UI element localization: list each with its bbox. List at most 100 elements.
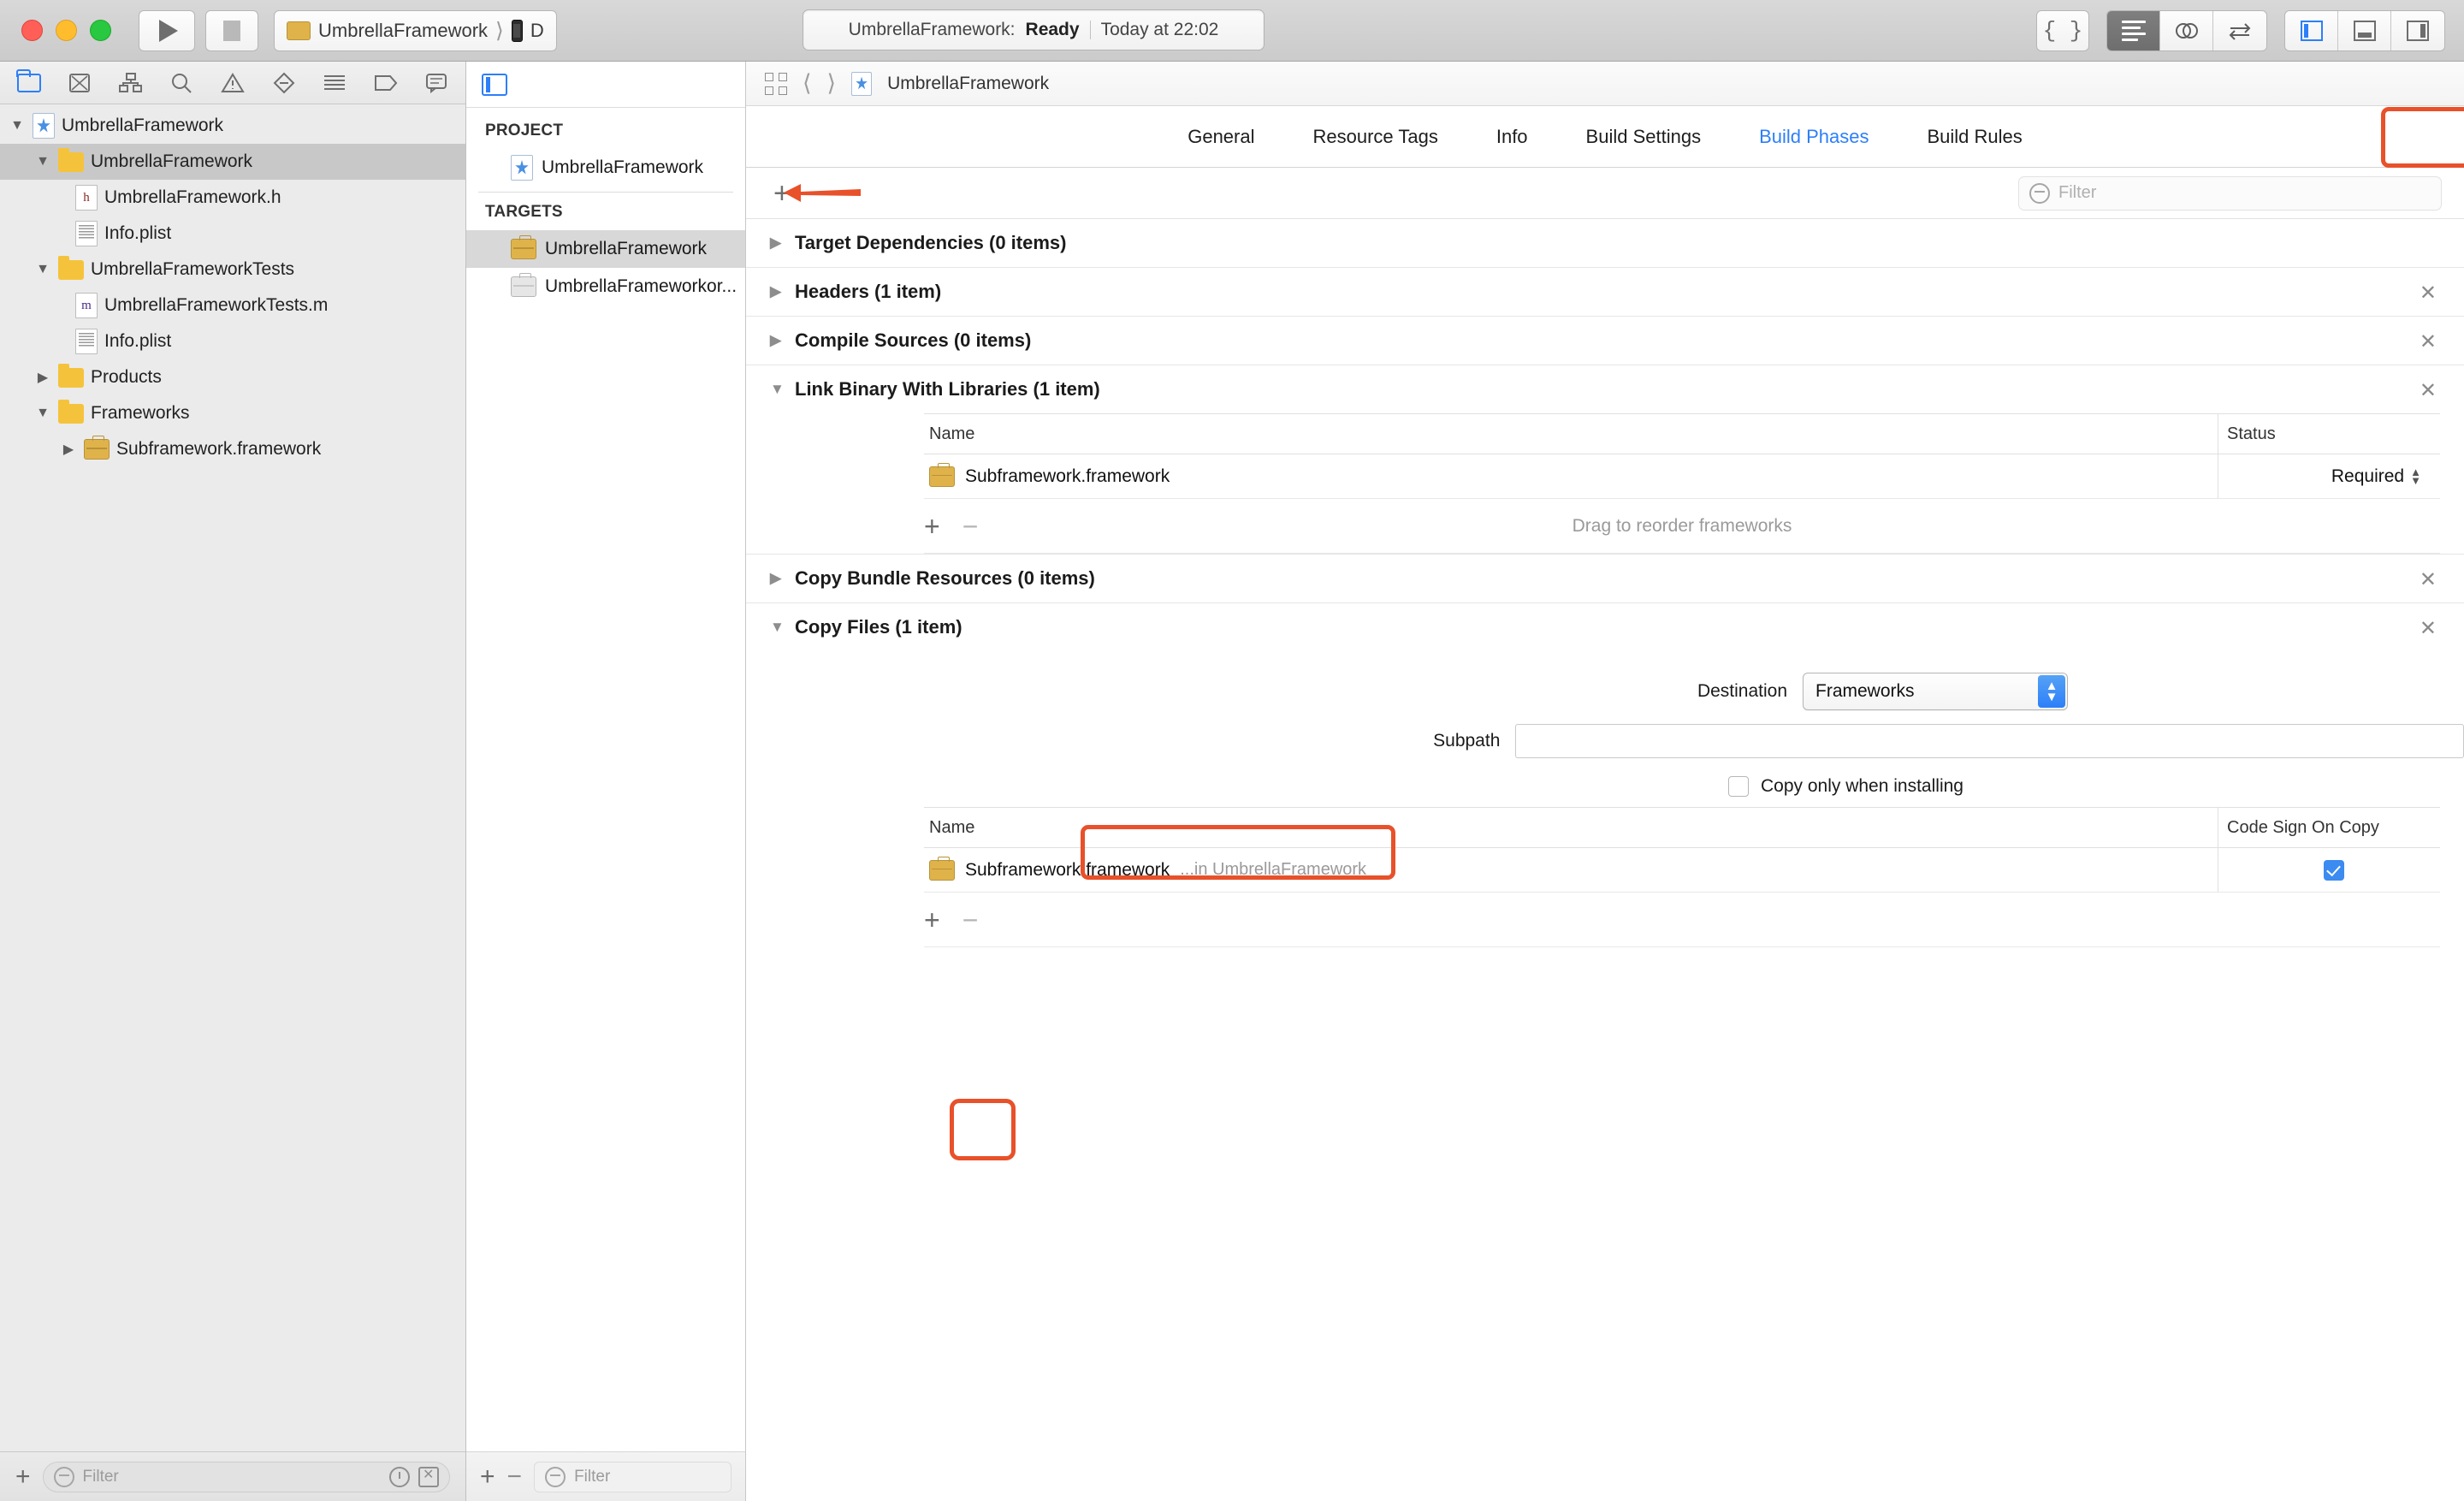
- remove-phase-icon[interactable]: ✕: [2420, 332, 2437, 353]
- forward-button[interactable]: ⟩: [827, 70, 837, 97]
- copy-files-table: Name Code Sign On Copy Subframework.fram…: [924, 807, 2440, 893]
- toggle-targets-list-icon[interactable]: [482, 74, 507, 96]
- tab-resource-tags[interactable]: Resource Tags: [1284, 106, 1467, 168]
- build-phase-filter-field[interactable]: Filter: [2018, 176, 2442, 211]
- disclosure-triangle-icon[interactable]: ▶: [770, 570, 784, 587]
- project-item-umbrellaframework[interactable]: UmbrellaFramework: [466, 149, 745, 187]
- breadcrumb[interactable]: UmbrellaFramework: [887, 74, 1049, 94]
- disclosure-triangle-icon[interactable]: [60, 441, 77, 458]
- remove-phase-icon[interactable]: ✕: [2420, 283, 2437, 304]
- tree-row-products[interactable]: Products: [0, 359, 465, 395]
- framework-icon: [511, 239, 536, 259]
- tree-row-test-file[interactable]: m UmbrellaFrameworkTests.m: [0, 288, 465, 323]
- add-copy-file-button[interactable]: +: [924, 906, 940, 934]
- add-framework-button[interactable]: +: [924, 513, 940, 540]
- window-toolbar: UmbrellaFramework ⟩ D UmbrellaFramework:…: [0, 0, 2464, 62]
- remove-framework-button[interactable]: −: [962, 513, 979, 540]
- sidebar-item-source-control[interactable]: [55, 72, 106, 94]
- test-bundle-icon: [511, 276, 536, 297]
- tab-build-settings[interactable]: Build Settings: [1557, 106, 1731, 168]
- tree-row-tests-info-plist[interactable]: Info.plist: [0, 323, 465, 359]
- sidebar-item-find-navigator[interactable]: [157, 72, 208, 94]
- disclosure-triangle-icon[interactable]: ▼: [770, 619, 784, 636]
- related-items-icon[interactable]: [765, 73, 787, 95]
- run-button[interactable]: [139, 10, 195, 51]
- code-sign-on-copy-checkbox[interactable]: [2324, 860, 2344, 881]
- disclosure-triangle-icon[interactable]: ▶: [770, 234, 784, 252]
- table-row[interactable]: Subframework.framework Required ▲▼: [924, 454, 2440, 499]
- tree-row-header-file[interactable]: h UmbrellaFramework.h: [0, 180, 465, 216]
- tree-row-frameworks[interactable]: Frameworks: [0, 395, 465, 431]
- status-divider: [1090, 21, 1091, 39]
- disclosure-triangle-icon[interactable]: [34, 406, 51, 421]
- sidebar-item-project-navigator[interactable]: [3, 74, 55, 92]
- tree-row-info-plist[interactable]: Info.plist: [0, 216, 465, 252]
- standard-editor-button[interactable]: [2107, 11, 2160, 50]
- sidebar-item-symbol-navigator[interactable]: [105, 72, 157, 94]
- zoom-button[interactable]: [90, 20, 111, 41]
- targets-filter-field[interactable]: Filter: [534, 1462, 732, 1492]
- cell-name: Subframework.framework ...in UmbrellaFra…: [924, 860, 2218, 881]
- disclosure-triangle-icon[interactable]: [9, 118, 26, 133]
- tab-info[interactable]: Info: [1467, 106, 1557, 168]
- cell-code-sign-on-copy[interactable]: [2218, 848, 2440, 892]
- disclosure-triangle-icon[interactable]: ▼: [770, 381, 784, 398]
- sidebar-item-test-navigator[interactable]: [258, 72, 310, 94]
- phase-header[interactable]: ▶ Compile Sources (0 items): [746, 317, 2464, 365]
- sidebar-item-debug-navigator[interactable]: [309, 74, 360, 92]
- stop-button[interactable]: [205, 10, 258, 51]
- minimize-button[interactable]: [56, 20, 77, 41]
- recent-files-icon[interactable]: [389, 1467, 410, 1487]
- disclosure-triangle-icon[interactable]: [34, 262, 51, 277]
- tab-build-phases[interactable]: Build Phases: [1730, 106, 1898, 168]
- remove-phase-icon[interactable]: ✕: [2420, 619, 2437, 639]
- target-item-umbrellaframework[interactable]: UmbrellaFramework: [466, 230, 745, 268]
- phase-header[interactable]: ▶ Headers (1 item): [746, 268, 2464, 316]
- tree-row-group-tests[interactable]: UmbrellaFrameworkTests: [0, 252, 465, 288]
- copy-only-when-installing-row[interactable]: Copy only when installing: [746, 766, 2464, 807]
- subpath-input[interactable]: [1515, 724, 2464, 758]
- disclosure-triangle-icon[interactable]: ▶: [770, 283, 784, 300]
- back-button[interactable]: ⟨: [803, 70, 812, 97]
- tree-row-group-umbrellaframework[interactable]: UmbrellaFramework: [0, 144, 465, 180]
- phase-header[interactable]: ▶ Target Dependencies (0 items): [746, 219, 2464, 267]
- tree-row-project[interactable]: UmbrellaFramework: [0, 108, 465, 144]
- version-editor-button[interactable]: [2213, 11, 2266, 50]
- toggle-debug-area-button[interactable]: [2338, 11, 2391, 50]
- build-phase-toolbar: + Filter: [746, 168, 2464, 219]
- add-file-button[interactable]: +: [15, 1464, 31, 1490]
- toggle-navigator-button[interactable]: [2285, 11, 2338, 50]
- navigator-filter-field[interactable]: Filter: [43, 1462, 450, 1492]
- scheme-selector[interactable]: UmbrellaFramework ⟩ D: [274, 10, 557, 51]
- disclosure-triangle-icon[interactable]: [34, 369, 51, 386]
- remove-phase-icon[interactable]: ✕: [2420, 381, 2437, 401]
- toggle-inspector-button[interactable]: [2391, 11, 2444, 50]
- remove-phase-icon[interactable]: ✕: [2420, 570, 2437, 590]
- destination-popup-button[interactable]: Frameworks ▲▼: [1803, 673, 2068, 710]
- plist-file-icon: [75, 221, 98, 246]
- phase-header[interactable]: ▼ Link Binary With Libraries (1 item): [746, 365, 2464, 413]
- target-item-umbrellaframeworktests[interactable]: UmbrellaFrameworkor...: [466, 268, 745, 306]
- phase-header[interactable]: ▼ Copy Files (1 item): [746, 603, 2464, 651]
- cell-status[interactable]: Required ▲▼: [2218, 454, 2440, 498]
- table-row[interactable]: Subframework.framework ...in UmbrellaFra…: [924, 848, 2440, 893]
- sidebar-item-report-navigator[interactable]: [412, 73, 463, 93]
- sidebar-item-breakpoint-navigator[interactable]: [360, 74, 412, 92]
- library-button[interactable]: { }: [2036, 10, 2089, 51]
- tab-general[interactable]: General: [1158, 106, 1283, 168]
- sidebar-item-issue-navigator[interactable]: [207, 72, 258, 94]
- assistant-editor-button[interactable]: [2160, 11, 2213, 50]
- disclosure-triangle-icon[interactable]: ▶: [770, 332, 784, 349]
- add-target-button[interactable]: +: [480, 1464, 495, 1490]
- tab-build-rules[interactable]: Build Rules: [1898, 106, 2052, 168]
- copy-only-checkbox[interactable]: [1728, 776, 1749, 797]
- remove-target-button[interactable]: −: [507, 1464, 523, 1490]
- remove-copy-file-button[interactable]: −: [962, 906, 979, 934]
- phase-header[interactable]: ▶ Copy Bundle Resources (0 items): [746, 555, 2464, 602]
- tree-row-subframework[interactable]: Subframework.framework: [0, 431, 465, 467]
- objc-file-icon: m: [75, 293, 98, 318]
- stepper-icon[interactable]: ▲▼: [2410, 468, 2421, 484]
- disclosure-triangle-icon[interactable]: [34, 154, 51, 169]
- close-button[interactable]: [21, 20, 43, 41]
- source-control-filter-icon[interactable]: [418, 1467, 439, 1487]
